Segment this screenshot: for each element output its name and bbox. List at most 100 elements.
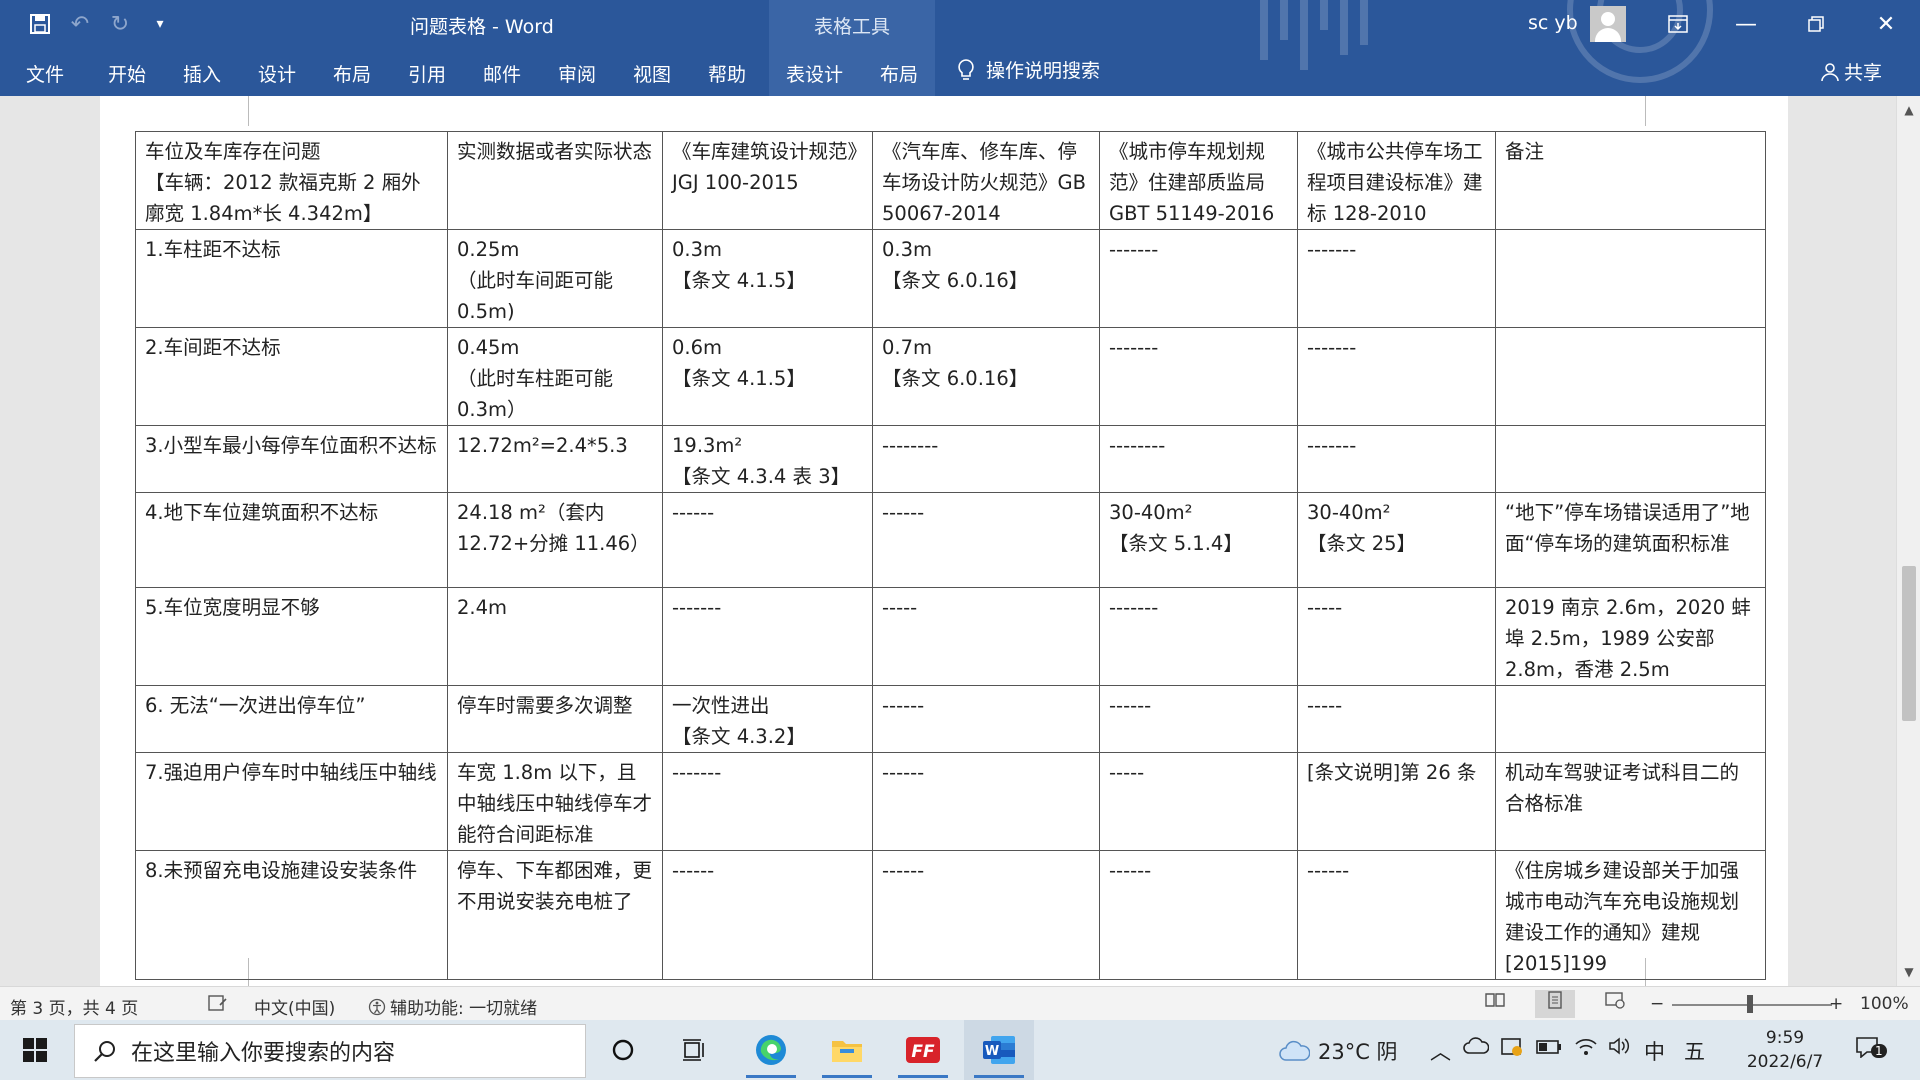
table-cell[interactable]: 0.7m 【条文 6.0.16】 xyxy=(872,327,1100,426)
table-cell[interactable]: 一次性进出 【条文 4.3.2】 xyxy=(662,685,873,753)
vertical-scrollbar[interactable]: ▲ ▼ xyxy=(1896,96,1920,986)
table-cell[interactable]: ------ xyxy=(662,850,873,980)
table-cell[interactable]: ------- xyxy=(1099,327,1298,426)
web-layout-icon[interactable] xyxy=(1595,990,1635,1018)
table-cell[interactable]: 0.25m （此时车间距可能 0.5m) xyxy=(447,229,663,328)
user-name[interactable]: sc yb xyxy=(1528,12,1578,34)
ribbon-display-options-icon[interactable] xyxy=(1648,0,1708,48)
read-mode-icon[interactable] xyxy=(1475,990,1515,1018)
table-cell[interactable]: 24.18 m²（套内 12.72+分摊 11.46） xyxy=(447,492,663,588)
zoom-slider-thumb[interactable] xyxy=(1747,995,1753,1013)
taskbar-search[interactable]: 在这里输入你要搜索的内容 xyxy=(74,1024,586,1078)
table-cell[interactable]: ----- xyxy=(1099,752,1298,851)
tab-design[interactable]: 设计 xyxy=(258,60,296,87)
avatar[interactable] xyxy=(1590,6,1626,42)
table-cell[interactable]: 2019 南京 2.6m，2020 蚌埠 2.5m，1989 公安部 2.8m，… xyxy=(1495,587,1766,686)
redo-icon[interactable]: ↻ xyxy=(100,0,140,48)
table-cell[interactable]: 2.4m xyxy=(447,587,663,686)
table-cell[interactable]: ------- xyxy=(662,752,873,851)
table-cell[interactable]: ------- xyxy=(1099,229,1298,328)
zoom-out-icon[interactable]: − xyxy=(1650,994,1664,1014)
tab-help[interactable]: 帮助 xyxy=(708,60,746,87)
tab-table-layout[interactable]: 布局 xyxy=(880,60,918,87)
table-cell[interactable]: 停车、下车都困难，更不用说安装充电桩了 xyxy=(447,850,663,980)
table-cell[interactable]: 19.3m² 【条文 4.3.4 表 3】 xyxy=(662,425,873,493)
cortana-icon[interactable] xyxy=(588,1020,658,1080)
scroll-up-icon[interactable]: ▲ xyxy=(1897,98,1920,122)
table-cell[interactable]: ------ xyxy=(872,752,1100,851)
table-cell[interactable] xyxy=(1495,327,1766,426)
edge-browser-icon[interactable] xyxy=(736,1020,806,1080)
table-cell[interactable] xyxy=(1495,229,1766,328)
table-cell[interactable]: 实测数据或者实际状态 xyxy=(447,131,663,230)
table-cell[interactable]: ----- xyxy=(1297,685,1496,753)
table-cell[interactable]: ------ xyxy=(662,492,873,588)
scroll-thumb[interactable] xyxy=(1902,566,1916,721)
onedrive-icon[interactable] xyxy=(1463,1036,1490,1060)
table-cell[interactable]: 6. 无法“一次进出停车位” xyxy=(135,685,448,753)
scroll-down-icon[interactable]: ▼ xyxy=(1897,960,1920,984)
table-cell[interactable]: 车宽 1.8m 以下，且中轴线压中轴线停车才能符合间距标准 xyxy=(447,752,663,851)
table-cell[interactable]: -------- xyxy=(1099,425,1298,493)
windows-start-icon[interactable] xyxy=(0,1020,70,1080)
customize-toolbar-icon[interactable]: ▾ xyxy=(140,0,180,48)
table-cell[interactable]: 3.小型车最小每停车位面积不达标 xyxy=(135,425,448,493)
table-cell[interactable]: ------ xyxy=(1099,685,1298,753)
table-cell[interactable]: 车位及车库存在问题 【车辆：2012 款福克斯 2 厢外廓宽 1.84m*长 4.… xyxy=(135,131,448,230)
tell-me-search[interactable]: 操作说明搜索 xyxy=(956,56,1100,83)
security-icon[interactable] xyxy=(1500,1036,1524,1063)
table-cell[interactable]: 备注 xyxy=(1495,131,1766,230)
show-hidden-icons-chevron-icon[interactable]: ︿ xyxy=(1430,1036,1451,1066)
table-cell[interactable]: [条文说明]第 26 条 xyxy=(1297,752,1496,851)
table-cell[interactable]: ----- xyxy=(1297,587,1496,686)
table-cell[interactable]: 0.3m 【条文 6.0.16】 xyxy=(872,229,1100,328)
table-cell[interactable]: ------- xyxy=(1297,327,1496,426)
table-cell[interactable]: ------ xyxy=(872,492,1100,588)
undo-icon[interactable]: ↶ xyxy=(60,0,100,48)
table-cell[interactable]: 《城市停车规划规范》住建部质监局 GBT 51149-2016 xyxy=(1099,131,1298,230)
accessibility-status[interactable]: 辅助功能: 一切就绪 xyxy=(368,994,537,1019)
volume-icon[interactable] xyxy=(1608,1036,1632,1061)
issue-table[interactable]: 车位及车库存在问题 【车辆：2012 款福克斯 2 厢外廓宽 1.84m*长 4.… xyxy=(135,131,1766,980)
table-cell[interactable] xyxy=(1495,425,1766,493)
table-cell[interactable]: 《住房城乡建设部关于加强城市电动汽车充电设施规划建设工作的通知》建规[2015]… xyxy=(1495,850,1766,980)
restore-icon[interactable] xyxy=(1786,0,1846,48)
table-cell[interactable]: 4.地下车位建筑面积不达标 xyxy=(135,492,448,588)
minimize-icon[interactable]: — xyxy=(1716,0,1776,48)
system-clock[interactable]: 9:59 2022/6/7 xyxy=(1740,1026,1830,1074)
table-cell[interactable]: 停车时需要多次调整 xyxy=(447,685,663,753)
table-cell[interactable]: “地下”停车场错误适用了”地面“停车场的建筑面积标准 xyxy=(1495,492,1766,588)
table-cell[interactable]: -------- xyxy=(872,425,1100,493)
close-icon[interactable]: ✕ xyxy=(1856,0,1916,48)
weather-widget[interactable]: 23°C 阴 xyxy=(1278,1036,1398,1066)
tab-references[interactable]: 引用 xyxy=(408,60,446,87)
table-cell[interactable]: 《车库建筑设计规范》JGJ 100-2015 xyxy=(662,131,873,230)
table-cell[interactable]: ------- xyxy=(1297,229,1496,328)
table-cell[interactable]: 2.车间距不达标 xyxy=(135,327,448,426)
task-view-icon[interactable] xyxy=(660,1020,730,1080)
table-cell[interactable]: ----- xyxy=(872,587,1100,686)
tab-table-design[interactable]: 表设计 xyxy=(786,60,843,87)
table-cell[interactable]: ------- xyxy=(1099,587,1298,686)
page-count[interactable]: 第 3 页，共 4 页 xyxy=(10,994,138,1019)
save-icon[interactable] xyxy=(20,0,60,48)
table-cell[interactable]: 0.3m 【条文 4.1.5】 xyxy=(662,229,873,328)
word-count-icon[interactable] xyxy=(208,994,228,1017)
table-cell[interactable]: 7.强迫用户停车时中轴线压中轴线 xyxy=(135,752,448,851)
table-cell[interactable]: 30-40m² 【条文 25】 xyxy=(1297,492,1496,588)
table-cell[interactable] xyxy=(1495,685,1766,753)
ime-language[interactable]: 中 xyxy=(1644,1036,1665,1066)
language-status[interactable]: 中文(中国) xyxy=(254,994,335,1019)
table-cell[interactable]: ------ xyxy=(872,850,1100,980)
zoom-in-icon[interactable]: + xyxy=(1829,994,1843,1014)
ff-app-icon[interactable]: FF xyxy=(888,1020,958,1080)
tab-mailings[interactable]: 邮件 xyxy=(483,60,521,87)
table-cell[interactable]: 8.未预留充电设施建设安装条件 xyxy=(135,850,448,980)
print-layout-icon[interactable] xyxy=(1535,990,1575,1018)
tab-file[interactable]: 文件 xyxy=(26,60,64,87)
tab-home[interactable]: 开始 xyxy=(108,60,146,87)
tab-view[interactable]: 视图 xyxy=(633,60,671,87)
table-cell[interactable]: 5.车位宽度明显不够 xyxy=(135,587,448,686)
table-cell[interactable]: 12.72m²=2.4*5.3 xyxy=(447,425,663,493)
table-cell[interactable]: 机动车驾驶证考试科目二的合格标准 xyxy=(1495,752,1766,851)
